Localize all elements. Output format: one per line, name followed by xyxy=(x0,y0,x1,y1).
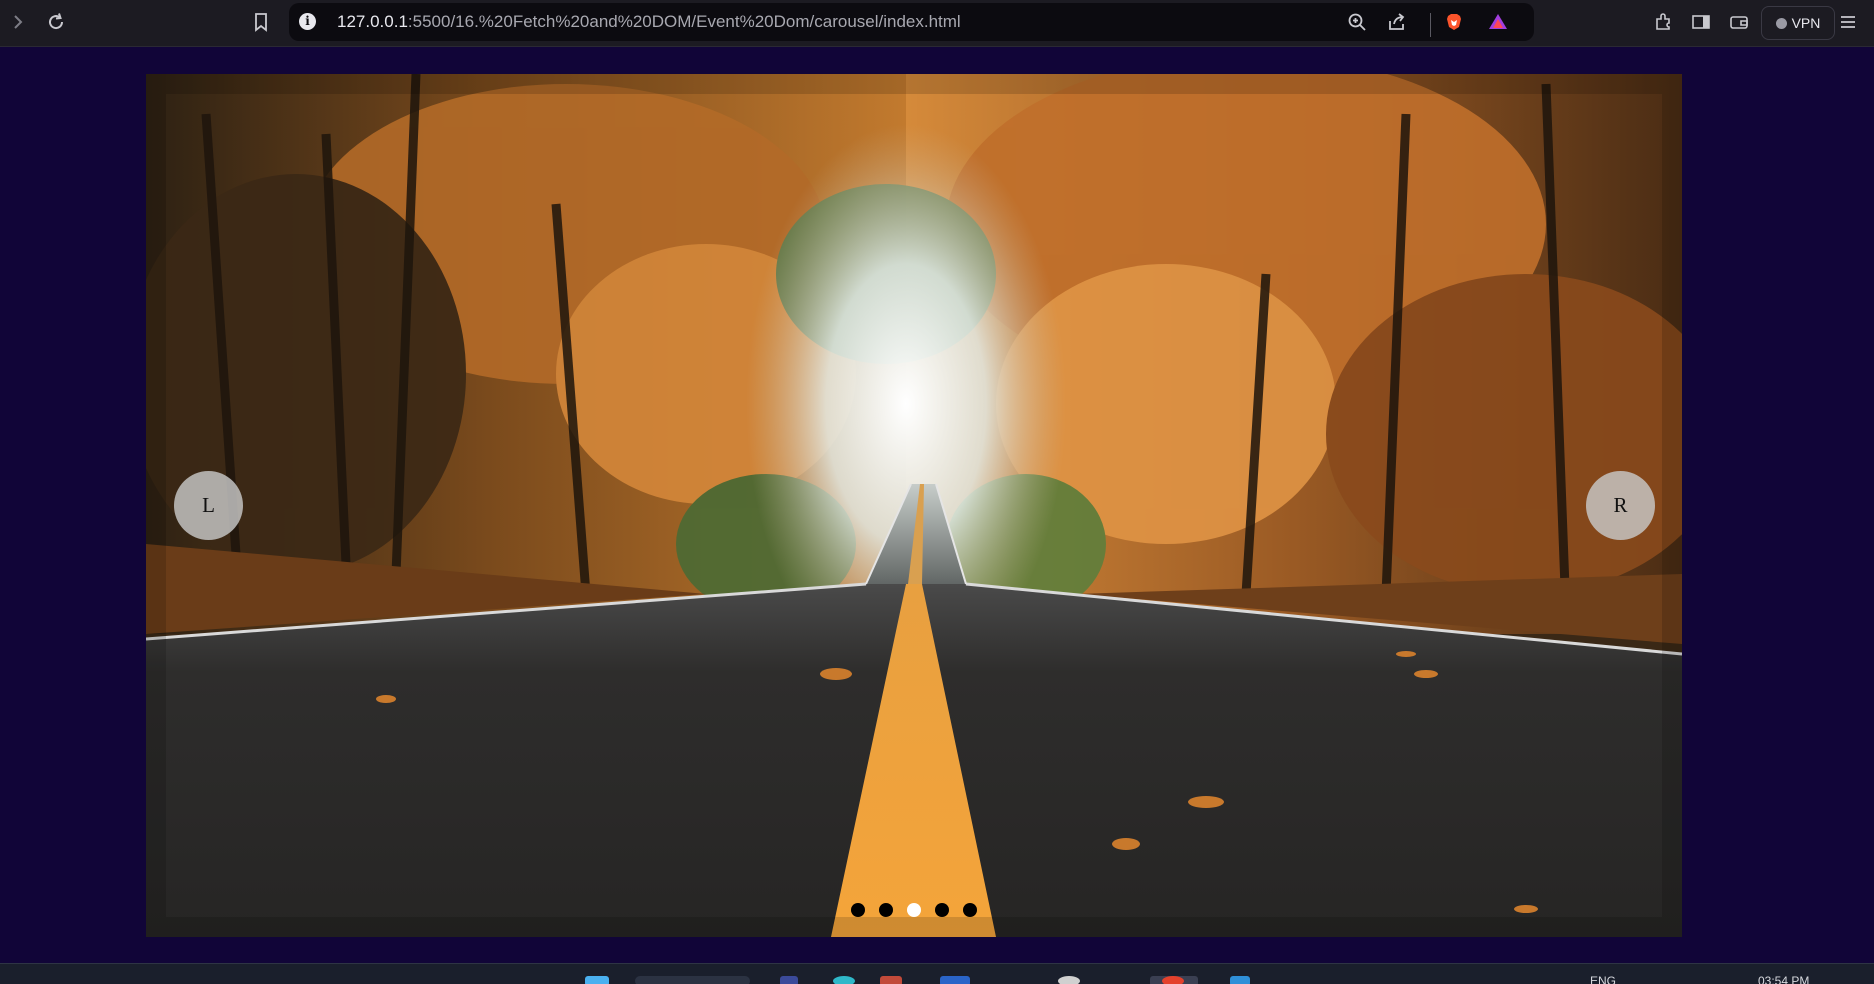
toolbar-divider xyxy=(1430,13,1431,37)
bookmark-icon[interactable] xyxy=(246,7,276,37)
carousel-dot-active[interactable] xyxy=(907,903,921,917)
vpn-button[interactable]: VPN xyxy=(1761,6,1835,40)
vpn-status-icon xyxy=(1775,17,1787,29)
carousel-dot[interactable] xyxy=(851,903,865,917)
os-taskbar: ENG 03:54 PM xyxy=(0,963,1874,984)
reload-icon[interactable] xyxy=(41,7,71,37)
share-icon[interactable] xyxy=(1382,7,1412,37)
zoom-icon[interactable] xyxy=(1342,7,1372,37)
forward-icon[interactable] xyxy=(3,7,33,37)
wallet-icon[interactable] xyxy=(1724,7,1754,37)
next-slide-button[interactable]: R xyxy=(1586,471,1655,540)
carousel-dots xyxy=(146,903,1682,919)
extensions-icon[interactable] xyxy=(1648,7,1678,37)
menu-icon[interactable] xyxy=(1833,7,1863,37)
sidebar-icon[interactable] xyxy=(1686,7,1716,37)
site-info-icon[interactable]: i xyxy=(299,13,316,30)
browser-toolbar: i 127.0.0.1:5500/16.%20Fetch%20and%20DOM… xyxy=(0,0,1874,47)
brave-rewards-icon[interactable] xyxy=(1483,7,1513,37)
carousel-dot[interactable] xyxy=(935,903,949,917)
vpn-label: VPN xyxy=(1791,15,1821,31)
url-text[interactable]: 127.0.0.1:5500/16.%20Fetch%20and%20DOM/E… xyxy=(337,12,961,32)
address-bar[interactable]: i 127.0.0.1:5500/16.%20Fetch%20and%20DOM… xyxy=(289,3,1534,41)
carousel-dot[interactable] xyxy=(879,903,893,917)
carousel-dot[interactable] xyxy=(963,903,977,917)
carousel: L R xyxy=(146,74,1682,937)
brave-shields-icon[interactable] xyxy=(1439,7,1469,37)
prev-slide-button[interactable]: L xyxy=(174,471,243,540)
slide-image xyxy=(146,74,1682,937)
